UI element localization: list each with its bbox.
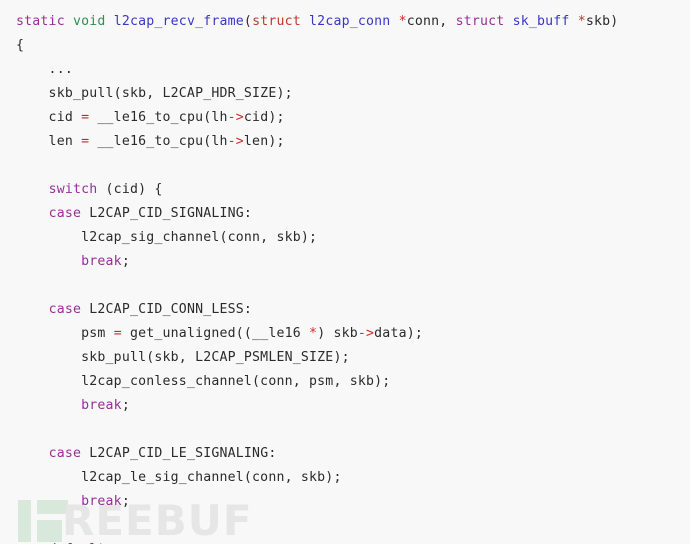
code-line: skb_pull(skb, L2CAP_PSMLEN_SIZE);	[0, 346, 690, 370]
code-line: break;	[0, 394, 690, 418]
code-line: l2cap_sig_channel(conn, skb);	[0, 226, 690, 250]
code-token: case	[48, 302, 82, 317]
code-line: default:	[0, 538, 690, 544]
code-token: *	[398, 14, 407, 29]
code-token: l2cap_sig_channel(conn, skb);	[16, 230, 318, 245]
code-token: skb_pull(skb, L2CAP_PSMLEN_SIZE);	[16, 350, 350, 365]
code-line: {	[0, 34, 690, 58]
code-token: *	[577, 14, 586, 29]
code-token: (cid) {	[97, 182, 163, 197]
code-token: ->	[227, 134, 244, 149]
code-token: get_unaligned((__le16	[121, 326, 310, 341]
code-token: ;	[121, 398, 130, 413]
code-token: void	[72, 14, 106, 29]
code-token: *	[309, 326, 318, 341]
code-token: break	[81, 398, 122, 413]
code-token: ;	[121, 494, 130, 509]
code-line: break;	[0, 250, 690, 274]
code-token: l2cap_conn	[309, 14, 391, 29]
code-line: len = __le16_to_cpu(lh->len);	[0, 130, 690, 154]
code-token: case	[48, 206, 82, 221]
code-token: cid);	[243, 110, 285, 125]
code-line: l2cap_le_sig_channel(conn, skb);	[0, 466, 690, 490]
code-line: case L2CAP_CID_SIGNALING:	[0, 202, 690, 226]
code-token: len);	[243, 134, 285, 149]
code-token: break	[81, 494, 122, 509]
code-line: case L2CAP_CID_LE_SIGNALING:	[0, 442, 690, 466]
code-line: static void l2cap_recv_frame(struct l2ca…	[0, 10, 690, 34]
code-token: len	[16, 134, 82, 149]
code-line: skb_pull(skb, L2CAP_HDR_SIZE);	[0, 82, 690, 106]
code-token: break	[81, 254, 122, 269]
code-token: ->	[227, 110, 244, 125]
code-token: L2CAP_CID_CONN_LESS:	[81, 302, 253, 317]
code-token: ;	[121, 254, 130, 269]
code-token: conn,	[406, 14, 456, 29]
code-token: case	[48, 446, 82, 461]
code-token: __le16_to_cpu(lh	[89, 134, 228, 149]
code-line: l2cap_conless_channel(conn, psm, skb);	[0, 370, 690, 394]
code-token: skb_pull(skb, L2CAP_HDR_SIZE);	[16, 86, 293, 101]
code-token: ) skb	[317, 326, 358, 341]
code-line: case L2CAP_CID_CONN_LESS:	[0, 298, 690, 322]
code-token: static	[16, 14, 65, 29]
code-line: psm = get_unaligned((__le16 *) skb->data…	[0, 322, 690, 346]
code-token: switch	[48, 182, 98, 197]
code-token: psm	[16, 326, 114, 341]
code-token: L2CAP_CID_SIGNALING:	[81, 206, 253, 221]
code-token: skb)	[585, 14, 619, 29]
code-token: ...	[16, 62, 73, 77]
code-token: l2cap_le_sig_channel(conn, skb);	[16, 470, 342, 485]
code-token: struct	[455, 14, 505, 29]
code-token: l2cap_recv_frame	[113, 14, 244, 29]
code-token: L2CAP_CID_LE_SIGNALING:	[81, 446, 277, 461]
code-token: __le16_to_cpu(lh	[89, 110, 228, 125]
code-token: (	[243, 14, 253, 29]
code-token: {	[16, 38, 25, 53]
code-listing: static void l2cap_recv_frame(struct l2ca…	[0, 0, 690, 544]
code-screenshot: REEBUF static void l2cap_recv_frame(stru…	[0, 0, 690, 544]
code-token: sk_buff	[512, 14, 570, 29]
code-token: cid	[16, 110, 82, 125]
code-line: cid = __le16_to_cpu(lh->cid);	[0, 106, 690, 130]
code-token: data);	[374, 326, 424, 341]
code-line: break;	[0, 490, 690, 514]
code-token: =	[113, 326, 122, 341]
code-token: struct	[252, 14, 301, 29]
code-line: ...	[0, 58, 690, 82]
code-token: l2cap_conless_channel(conn, psm, skb);	[16, 374, 391, 389]
code-line: switch (cid) {	[0, 178, 690, 202]
code-token: ->	[357, 326, 375, 341]
